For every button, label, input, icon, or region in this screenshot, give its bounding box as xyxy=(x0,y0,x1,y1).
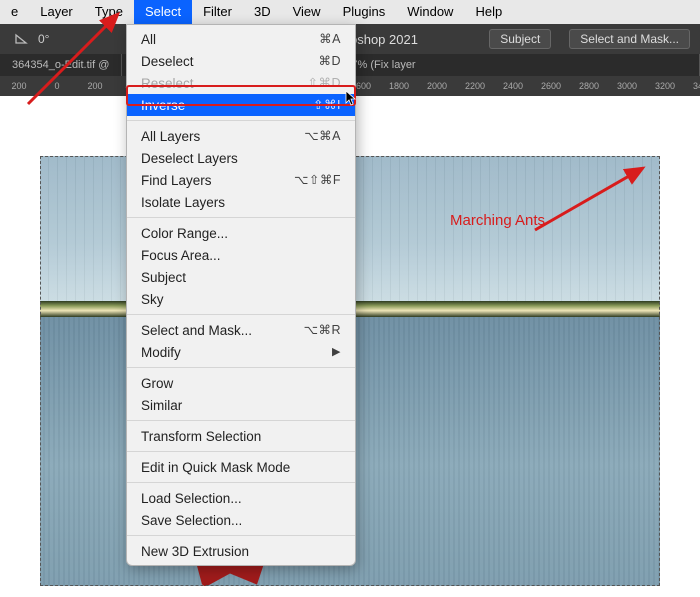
menu-item-label: Focus Area... xyxy=(141,247,221,264)
menu-item-label: Modify xyxy=(141,344,181,361)
menu-plugins[interactable]: Plugins xyxy=(332,0,397,24)
menu-item-edit-in-quick-mask-mode[interactable]: Edit in Quick Mask Mode xyxy=(127,456,355,478)
menu-view[interactable]: View xyxy=(282,0,332,24)
menu-item-save-selection[interactable]: Save Selection... xyxy=(127,509,355,531)
menu-item-modify[interactable]: Modify ▶ xyxy=(127,341,355,363)
submenu-arrow-icon: ▶ xyxy=(332,344,341,361)
menu-item-sky[interactable]: Sky xyxy=(127,288,355,310)
menu-item-label: Deselect Layers xyxy=(141,150,238,167)
menu-item-shortcut: ⌥⌘A xyxy=(304,128,341,145)
menu-item-label: Isolate Layers xyxy=(141,194,225,211)
menu-separator xyxy=(127,535,355,536)
menu-item-label: All xyxy=(141,31,156,48)
menu-item-label: Find Layers xyxy=(141,172,212,189)
ruler-tick: 2400 xyxy=(494,81,532,91)
document-tab-1-label: 364354_o-Edit.tif @ xyxy=(12,59,109,71)
menu-item-deselect[interactable]: Deselect ⌘D xyxy=(127,50,355,72)
menu-select[interactable]: Select xyxy=(134,0,192,24)
ruler-tick: 0 xyxy=(38,81,76,91)
menu-item-label: Deselect xyxy=(141,53,194,70)
menu-item-all-layers[interactable]: All Layers ⌥⌘A xyxy=(127,125,355,147)
menu-item-grow[interactable]: Grow xyxy=(127,372,355,394)
menu-separator xyxy=(127,217,355,218)
menu-item-deselect-layers[interactable]: Deselect Layers xyxy=(127,147,355,169)
angle-value[interactable]: 0° xyxy=(38,32,49,46)
os-menubar[interactable]: e Layer Type Select Filter 3D View Plugi… xyxy=(0,0,700,24)
menu-e[interactable]: e xyxy=(0,0,29,24)
ruler-tick: 200 xyxy=(0,81,38,91)
menu-item-label: Edit in Quick Mask Mode xyxy=(141,459,290,476)
menu-separator xyxy=(127,482,355,483)
menu-item-color-range[interactable]: Color Range... xyxy=(127,222,355,244)
menu-separator xyxy=(127,120,355,121)
menu-item-new-3d-extrusion[interactable]: New 3D Extrusion xyxy=(127,540,355,562)
annotation-label-marching-ants: Marching Ants xyxy=(450,212,545,229)
menu-layer[interactable]: Layer xyxy=(29,0,84,24)
select-menu-dropdown[interactable]: All ⌘A Deselect ⌘D Reselect ⇧⌘D Inverse ⇧⌘I All … xyxy=(126,24,356,566)
menu-item-label: Color Range... xyxy=(141,225,228,242)
menu-item-shortcut: ⌘D xyxy=(318,53,341,70)
menu-separator xyxy=(127,420,355,421)
menu-3d[interactable]: 3D xyxy=(243,0,282,24)
menu-separator xyxy=(127,367,355,368)
ruler-tick: 2200 xyxy=(456,81,494,91)
menu-item-label: Transform Selection xyxy=(141,428,261,445)
menu-filter[interactable]: Filter xyxy=(192,0,243,24)
menu-item-subject[interactable]: Subject xyxy=(127,266,355,288)
menu-item-find-layers[interactable]: Find Layers ⌥⇧⌘F xyxy=(127,169,355,191)
menu-item-similar[interactable]: Similar xyxy=(127,394,355,416)
menu-separator xyxy=(127,451,355,452)
menu-item-label: Subject xyxy=(141,269,186,286)
document-tab-1[interactable]: 364354_o-Edit.tif @ xyxy=(0,54,122,76)
menu-separator xyxy=(127,314,355,315)
menu-item-label: Select and Mask... xyxy=(141,322,252,339)
menu-item-inverse[interactable]: Inverse ⇧⌘I xyxy=(127,94,355,116)
angle-icon xyxy=(14,30,30,49)
menu-item-label: Inverse xyxy=(141,97,185,114)
menu-item-label: All Layers xyxy=(141,128,200,145)
menu-item-shortcut: ⌥⇧⌘F xyxy=(294,172,341,189)
menu-item-transform-selection[interactable]: Transform Selection xyxy=(127,425,355,447)
menu-item-label: Sky xyxy=(141,291,164,308)
menu-item-label: Similar xyxy=(141,397,182,414)
ruler-tick: 2800 xyxy=(570,81,608,91)
menu-help[interactable]: Help xyxy=(464,0,513,24)
menu-item-shortcut: ⇧⌘I xyxy=(313,97,341,114)
menu-item-isolate-layers[interactable]: Isolate Layers xyxy=(127,191,355,213)
menu-item-all[interactable]: All ⌘A xyxy=(127,28,355,50)
menu-item-label: Save Selection... xyxy=(141,512,242,529)
menu-window[interactable]: Window xyxy=(396,0,464,24)
menu-item-shortcut: ⌥⌘R xyxy=(304,322,341,339)
menu-item-label: New 3D Extrusion xyxy=(141,543,249,560)
menu-item-select-and-mask[interactable]: Select and Mask... ⌥⌘R xyxy=(127,319,355,341)
ruler-tick: 1800 xyxy=(380,81,418,91)
menu-item-reselect: Reselect ⇧⌘D xyxy=(127,72,355,94)
ruler-tick: 200 xyxy=(76,81,114,91)
ruler-tick: 3200 xyxy=(646,81,684,91)
menu-item-shortcut: ⇧⌘D xyxy=(307,75,341,92)
ruler-tick: 3400 xyxy=(684,81,700,91)
ruler-tick: 3000 xyxy=(608,81,646,91)
menu-item-load-selection[interactable]: Load Selection... xyxy=(127,487,355,509)
menu-item-label: Grow xyxy=(141,375,173,392)
menu-item-label: Load Selection... xyxy=(141,490,242,507)
menu-item-label: Reselect xyxy=(141,75,194,92)
menu-item-focus-area[interactable]: Focus Area... xyxy=(127,244,355,266)
select-and-mask-button[interactable]: Select and Mask... xyxy=(569,29,690,49)
ruler-tick: 2000 xyxy=(418,81,456,91)
menu-item-shortcut: ⌘A xyxy=(319,31,341,48)
ruler-tick: 2600 xyxy=(532,81,570,91)
subject-button[interactable]: Subject xyxy=(489,29,551,49)
cursor-icon xyxy=(345,90,359,111)
menu-type[interactable]: Type xyxy=(84,0,134,24)
